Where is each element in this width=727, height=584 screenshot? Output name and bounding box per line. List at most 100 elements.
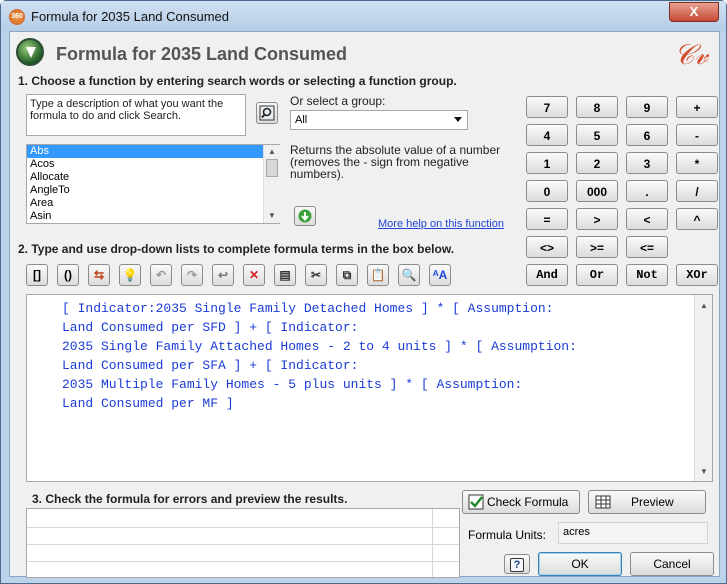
help-button[interactable]: ?: [504, 554, 530, 574]
cut-icon: ✂: [310, 268, 322, 282]
insert-parens-button[interactable]: (): [57, 264, 79, 286]
step2-label: 2. Type and use drop-down lists to compl…: [18, 242, 455, 256]
paste-special-button[interactable]: ▤: [274, 264, 296, 286]
search-input[interactable]: Type a description of what you want the …: [26, 94, 246, 136]
insert-function-button[interactable]: [294, 206, 316, 226]
formula-line[interactable]: Land Consumed per SFA ] + [ Indicator:: [62, 356, 577, 375]
dialog-window: 360 Formula for 2035 Land Consumed X For…: [0, 0, 727, 584]
delete-button[interactable]: ✕: [243, 264, 265, 286]
hint-icon: 💡: [122, 268, 138, 282]
logic-not-button[interactable]: Not: [626, 264, 668, 286]
formula-line[interactable]: Land Consumed per SFD ] + [ Indicator:: [62, 318, 577, 337]
copy-icon: ⧉: [342, 268, 352, 282]
insert-icon: ↩: [217, 268, 229, 282]
logo: 𝒞𝓋: [674, 40, 709, 71]
keypad-button[interactable]: 7: [526, 96, 568, 118]
list-item[interactable]: Acos: [27, 158, 279, 171]
formula-line[interactable]: [ Indicator:2035 Single Family Detached …: [62, 299, 577, 318]
keypad-button[interactable]: 8: [576, 96, 618, 118]
keypad-button[interactable]: ^: [676, 208, 718, 230]
list-item[interactable]: Area: [27, 197, 279, 210]
keypad-button[interactable]: >=: [576, 236, 618, 258]
search-icon: [259, 105, 275, 121]
preview-button[interactable]: Preview: [588, 490, 706, 514]
preview-label: Preview: [631, 495, 674, 509]
formula-editor[interactable]: [ Indicator:2035 Single Family Detached …: [26, 294, 713, 482]
scroll-down-icon[interactable]: ▼: [268, 211, 276, 220]
paste-icon: 📋: [370, 268, 386, 282]
keypad-button[interactable]: /: [676, 180, 718, 202]
case-button[interactable]: ᴬA: [429, 264, 451, 286]
check-icon: [468, 494, 484, 510]
keypad-button[interactable]: 5: [576, 124, 618, 146]
keypad-button[interactable]: <: [626, 208, 668, 230]
group-value: All: [295, 114, 308, 126]
scroll-up-icon[interactable]: ▲: [700, 301, 708, 310]
list-scrollbar[interactable]: ▲ ▼: [263, 145, 280, 223]
keypad-button[interactable]: .: [626, 180, 668, 202]
check-formula-label: Check Formula: [487, 495, 569, 509]
ok-button[interactable]: OK: [538, 552, 622, 576]
list-item[interactable]: Asin: [27, 210, 279, 223]
keypad-button[interactable]: <>: [526, 236, 568, 258]
arrow-down-icon: [298, 209, 312, 223]
scroll-down-icon[interactable]: ▼: [700, 467, 708, 476]
keypad-button[interactable]: +: [676, 96, 718, 118]
function-list[interactable]: Abs Acos Allocate AngleTo Area Asin ▲ ▼: [26, 144, 280, 224]
close-button[interactable]: X: [669, 2, 719, 22]
scroll-thumb[interactable]: [266, 159, 278, 177]
logic-and-button[interactable]: And: [526, 264, 568, 286]
check-formula-button[interactable]: Check Formula: [462, 490, 580, 514]
keypad-button[interactable]: 0: [526, 180, 568, 202]
keypad-button[interactable]: *: [676, 152, 718, 174]
keypad-button[interactable]: 2: [576, 152, 618, 174]
formula-line[interactable]: Land Consumed per MF ]: [62, 394, 577, 413]
cancel-button[interactable]: Cancel: [630, 552, 714, 576]
formula-text[interactable]: [ Indicator:2035 Single Family Detached …: [62, 299, 577, 413]
keypad-button[interactable]: 4: [526, 124, 568, 146]
keypad-button[interactable]: >: [576, 208, 618, 230]
keypad-button[interactable]: 6: [626, 124, 668, 146]
keypad-button[interactable]: =: [526, 208, 568, 230]
scroll-up-icon[interactable]: ▲: [268, 147, 276, 156]
swap-icon: ⇆: [93, 268, 105, 282]
logic-or-button[interactable]: Or: [576, 264, 618, 286]
function-description: Returns the absolute value of a number (…: [290, 143, 501, 181]
cut-button[interactable]: ✂: [305, 264, 327, 286]
dialog-body: Formula for 2035 Land Consumed 𝒞𝓋 1. Cho…: [9, 31, 720, 578]
insert-brackets-button[interactable]: []: [26, 264, 48, 286]
swap-button[interactable]: ⇆: [88, 264, 110, 286]
insert-button[interactable]: ↩: [212, 264, 234, 286]
formula-units-field[interactable]: acres: [558, 522, 708, 544]
keypad-button[interactable]: 9: [626, 96, 668, 118]
paste-button[interactable]: 📋: [367, 264, 389, 286]
delete-icon: ✕: [248, 268, 260, 282]
list-item[interactable]: Allocate: [27, 171, 279, 184]
list-item[interactable]: Abs: [27, 145, 279, 158]
keypad-button[interactable]: <=: [626, 236, 668, 258]
undo-button[interactable]: ↶: [150, 264, 172, 286]
help-icon: ?: [510, 558, 524, 572]
page-title: Formula for 2035 Land Consumed: [56, 44, 348, 64]
title-bar: 360 Formula for 2035 Land Consumed X: [1, 1, 726, 31]
formula-line[interactable]: 2035 Single Family Attached Homes - 2 to…: [62, 337, 577, 356]
results-grid[interactable]: [26, 508, 460, 578]
paste-special-icon: ▤: [279, 268, 291, 282]
list-item[interactable]: AngleTo: [27, 184, 279, 197]
find-button[interactable]: 🔍: [398, 264, 420, 286]
redo-button[interactable]: ↷: [181, 264, 203, 286]
keypad-button[interactable]: -: [676, 124, 718, 146]
formula-line[interactable]: 2035 Multiple Family Homes - 5 plus unit…: [62, 375, 577, 394]
more-help-link[interactable]: More help on this function: [378, 218, 504, 230]
logic-xor-button[interactable]: XOr: [676, 264, 718, 286]
find-icon: 🔍: [401, 268, 417, 282]
hint-button[interactable]: 💡: [119, 264, 141, 286]
keypad-button[interactable]: 3: [626, 152, 668, 174]
group-label: Or select a group:: [290, 94, 386, 108]
keypad-button[interactable]: 1: [526, 152, 568, 174]
copy-button[interactable]: ⧉: [336, 264, 358, 286]
keypad-button[interactable]: 000: [576, 180, 618, 202]
search-button[interactable]: [256, 102, 278, 124]
group-select[interactable]: All: [290, 110, 468, 130]
editor-scrollbar[interactable]: ▲ ▼: [694, 295, 712, 481]
